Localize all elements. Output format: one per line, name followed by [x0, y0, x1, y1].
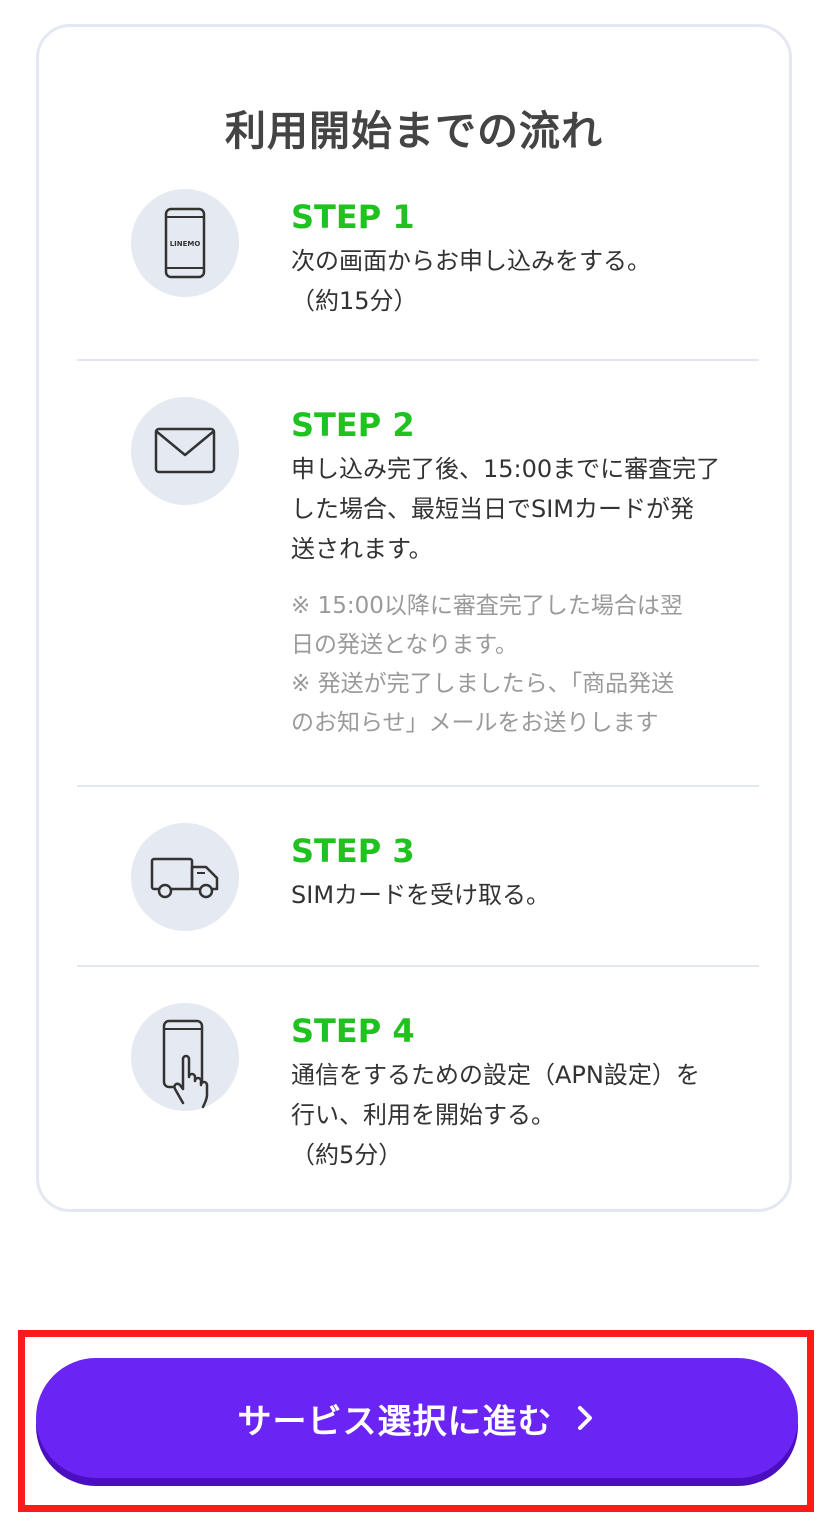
step-label: STEP 3 — [291, 832, 415, 870]
cta-label: サービス選択に進む — [237, 1401, 553, 1442]
linemo-logo-text: LINEMO — [170, 240, 201, 248]
delivery-truck-icon — [131, 823, 239, 931]
proceed-to-service-selection-button[interactable]: サービス選択に進む — [36, 1358, 798, 1478]
step-note: ※ 15:00以降に審査完了した場合は翌 日の発送となります。 ※ 発送が完了し… — [291, 593, 683, 736]
envelope-icon — [131, 397, 239, 505]
divider — [77, 785, 759, 787]
smartphone-linemo-icon: LINEMO — [131, 189, 239, 297]
divider — [77, 965, 759, 967]
flow-title: 利用開始までの流れ — [225, 107, 603, 155]
usage-flow-card: 利用開始までの流れ LINEMO STEP 1 次の画面からお申し込みをする。 … — [36, 24, 792, 1212]
step-description: 次の画面からお申し込みをする。 （約15分） — [291, 247, 651, 315]
step-label: STEP 1 — [291, 198, 415, 236]
step-description: SIMカードを受け取る。 — [291, 881, 551, 909]
step-description: 申し込み完了後、15:00までに審査完了 した場合、最短当日でSIMカードが発 … — [291, 455, 721, 563]
step-label: STEP 4 — [291, 1012, 415, 1050]
divider — [77, 359, 759, 361]
chevron-right-icon — [577, 1406, 592, 1430]
phone-tap-hand-icon — [131, 1003, 239, 1111]
step-description: 通信をするための設定（APN設定）を 行い、利用を開始する。 （約5分） — [291, 1061, 700, 1169]
step-label: STEP 2 — [291, 406, 415, 444]
